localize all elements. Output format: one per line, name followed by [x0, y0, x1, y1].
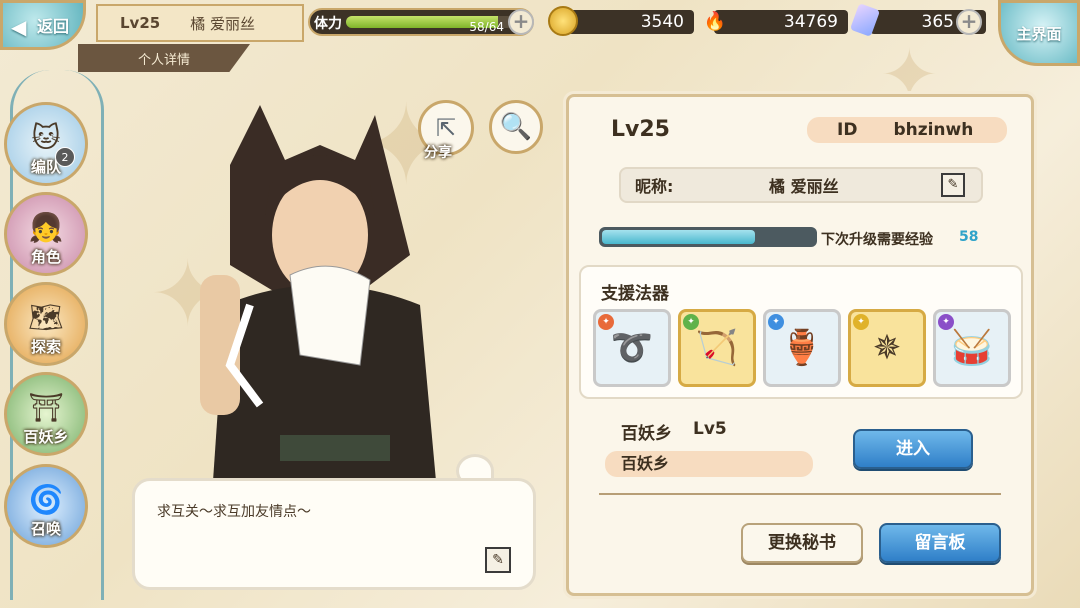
profile-panel: Lv25 ID bhzinwh 昵称: 橘 爱丽丝 ✎ 下次升级需要经验 58 …: [566, 94, 1034, 596]
water-element-icon: ✦: [768, 314, 784, 330]
search-icon: 🔍: [499, 112, 533, 142]
edit-nickname-icon[interactable]: ✎: [941, 173, 965, 197]
message-text: 求互关～求互加友情点～: [157, 504, 311, 520]
ornament-icon: ✵: [872, 328, 902, 368]
change-secretary-button[interactable]: 更换秘书: [741, 523, 863, 563]
edit-message-icon[interactable]: ✎: [485, 547, 511, 573]
nickname-label: 昵称:: [635, 177, 674, 196]
explore-icon: 🗺: [28, 301, 64, 334]
exp-fill: [602, 230, 755, 244]
enter-village-button[interactable]: 进入: [853, 429, 973, 469]
nav-explore[interactable]: 🗺 探索: [4, 282, 88, 366]
team-icon: 🐱: [31, 121, 61, 154]
exp-value: 58: [959, 229, 979, 245]
nickname-value: 橘 爱丽丝: [769, 177, 839, 196]
profile-level: Lv25: [611, 117, 670, 142]
back-arrow-icon: ◀: [11, 15, 27, 39]
nav-character-label: 角色: [30, 248, 61, 266]
stamina-bar: 体力 58/64: [308, 8, 534, 36]
subtitle-label: 个人详情: [138, 52, 191, 68]
search-button[interactable]: 🔍: [489, 100, 543, 154]
exp-label: 下次升级需要经验: [821, 232, 933, 248]
player-name: 橘 爱丽丝: [190, 14, 255, 33]
gold-coin-icon: [548, 6, 578, 36]
golden-bangle-icon: ➰: [610, 328, 654, 368]
nav-summon[interactable]: 🌀 召唤: [4, 464, 88, 548]
nav-village-label: 百妖乡: [23, 428, 69, 446]
message-bubble: 求互关～求互加友情点～ ✎: [132, 478, 536, 590]
artifact-slot-5[interactable]: ✦ 🥁: [933, 309, 1011, 387]
nav-explore-label: 探索: [30, 338, 61, 356]
blue-flame-icon: 🔥: [703, 10, 727, 32]
artifact-slot-1[interactable]: ✦ ➰: [593, 309, 671, 387]
nav-village[interactable]: ⛩ 百妖乡: [4, 372, 88, 456]
artifact-slot-4[interactable]: ✦ ✵: [848, 309, 926, 387]
stamina-value: 58/64: [469, 20, 504, 34]
nickname-row: 昵称: 橘 爱丽丝 ✎: [619, 167, 983, 203]
nav-summon-label: 召唤: [30, 520, 61, 538]
gourd-icon: 🏺: [780, 328, 824, 368]
spirit-counter: 34769: [714, 10, 848, 34]
exp-bar: [599, 227, 817, 247]
share-label: 分享: [424, 145, 452, 161]
id-label: ID: [837, 120, 858, 140]
village-name: 百妖乡: [621, 454, 670, 473]
village-name-pill: 百妖乡: [605, 451, 813, 477]
home-label: 主界面: [1016, 24, 1062, 43]
wind-element-icon: ✦: [683, 314, 699, 330]
add-gems-button[interactable]: +: [956, 9, 982, 35]
support-artifacts: 支援法器 ✦ ➰ ✦ 🏹 ✦ 🏺 ✦ ✵ ✦ 🥁: [579, 265, 1023, 399]
crossbow-icon: 🏹: [695, 328, 739, 368]
player-level: Lv25: [120, 14, 161, 32]
spirit-value: 34769: [783, 12, 838, 32]
village-icon: ⛩: [28, 391, 64, 424]
add-stamina-button[interactable]: +: [508, 9, 534, 35]
back-label: 返回: [36, 17, 69, 36]
divider: [599, 493, 1001, 495]
red-drum-icon: 🥁: [950, 328, 994, 368]
share-icon: ⇱: [435, 114, 457, 142]
character-icon: 👧: [28, 211, 64, 244]
fire-element-icon: ✦: [598, 314, 614, 330]
support-title: 支援法器: [601, 284, 669, 304]
player-id: ID bhzinwh: [807, 117, 1007, 143]
gold-counter: 3540: [560, 10, 694, 34]
id-value: bhzinwh: [893, 120, 974, 140]
message-board-button[interactable]: 留言板: [879, 523, 1001, 563]
summon-icon: 🌀: [28, 483, 64, 516]
dark-element-icon: ✦: [938, 314, 954, 330]
subtitle-tab: 个人详情: [78, 44, 250, 72]
gem-value: 365: [921, 12, 954, 32]
nav-character[interactable]: 👧 角色: [4, 192, 88, 276]
team-badge: 2: [55, 147, 75, 167]
home-button[interactable]: 主界面: [998, 0, 1080, 66]
back-button[interactable]: ◀ 返回: [0, 0, 86, 50]
artifact-slot-2[interactable]: ✦ 🏹: [678, 309, 756, 387]
earth-element-icon: ✦: [853, 314, 869, 330]
artifact-slot-3[interactable]: ✦ 🏺: [763, 309, 841, 387]
village-level: Lv5: [693, 419, 727, 439]
village-label: 百妖乡: [621, 424, 672, 444]
player-tab: Lv25 橘 爱丽丝: [96, 4, 304, 42]
gold-value: 3540: [640, 12, 684, 32]
stamina-label: 体力: [314, 16, 342, 32]
nav-team[interactable]: 🐱 2 编队: [4, 102, 88, 186]
